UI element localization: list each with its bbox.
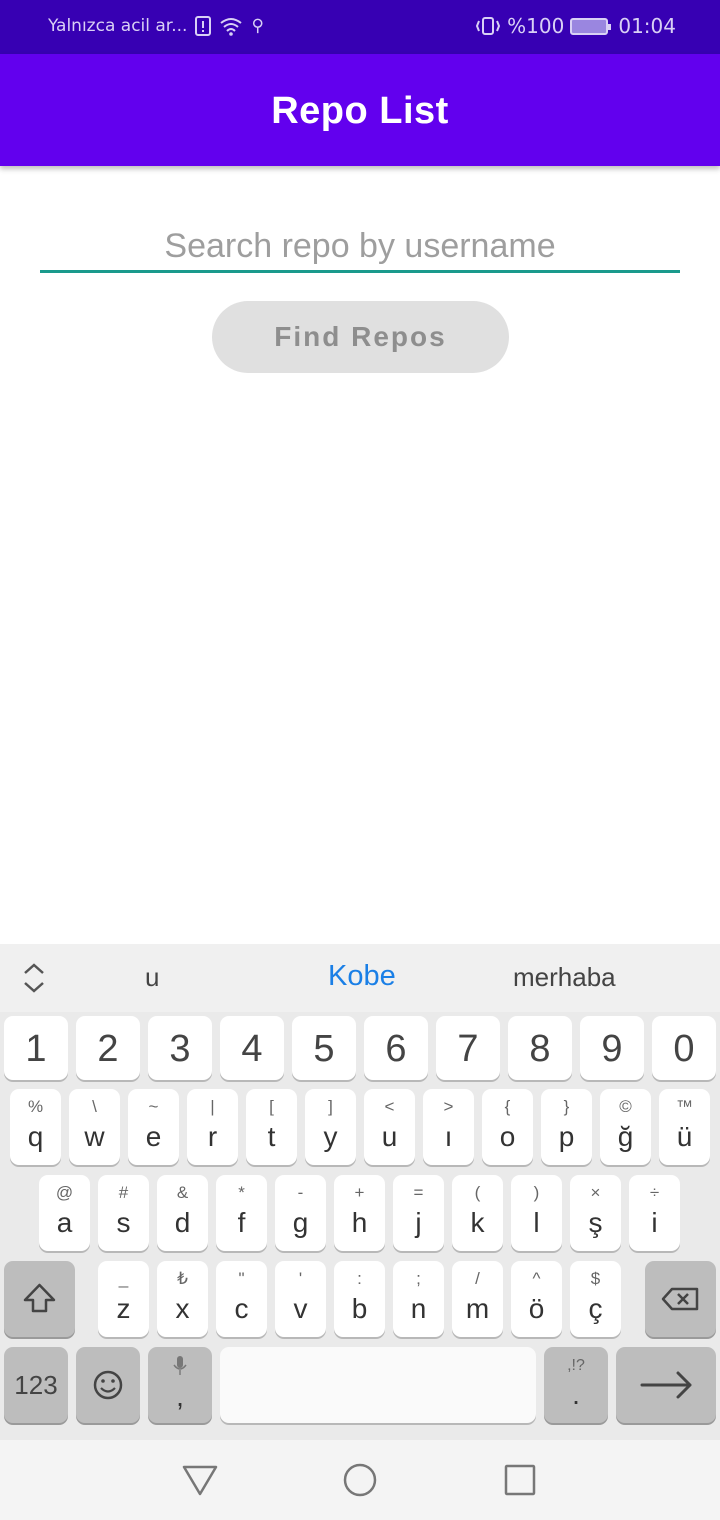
key-n[interactable]: ; n (393, 1261, 444, 1337)
battery-icon (570, 17, 612, 35)
suggestion-3[interactable]: merhaba (513, 962, 616, 993)
period-sec-label: ,!? (567, 1357, 585, 1374)
search-input[interactable] (40, 222, 680, 273)
period-label: . (572, 1379, 580, 1410)
usb-icon: ⚲ (251, 16, 264, 36)
home-circle-icon[interactable] (340, 1460, 380, 1500)
shift-key[interactable] (4, 1261, 75, 1337)
comma-label: , (176, 1381, 184, 1412)
clock: 01:04 (618, 14, 676, 38)
key-w[interactable]: \ w (69, 1089, 120, 1165)
key-v[interactable]: ' v (275, 1261, 326, 1337)
spacebar-key[interactable] (220, 1347, 536, 1423)
key-b[interactable]: :b (334, 1261, 385, 1337)
emoji-key[interactable] (76, 1347, 140, 1423)
numbers-switch-key[interactable]: 123 (4, 1347, 68, 1423)
key-o-umlaut[interactable]: ^ ö (511, 1261, 562, 1337)
status-bar: Yalnızca acil ar... ⚲ %100 01:04 (0, 0, 720, 54)
key-g[interactable]: -g (275, 1175, 326, 1251)
sim-alert-icon (195, 16, 212, 36)
suggestion-2[interactable]: Kobe (328, 960, 396, 993)
app-bar: Repo List (0, 54, 720, 166)
system-nav-bar (0, 1440, 720, 1520)
page-title: Repo List (271, 90, 449, 132)
key-u[interactable]: < u (364, 1089, 415, 1165)
key-j[interactable]: = j (393, 1175, 444, 1251)
key-dotless-i[interactable]: > ı (423, 1089, 474, 1165)
find-repos-button[interactable]: Find Repos (212, 301, 509, 373)
soft-keyboard: u Kobe merhaba 1 2 3 4 5 6 7 8 9 0 % q \ w… (0, 944, 720, 1440)
key-c-cedilla[interactable]: $ ç (570, 1261, 621, 1337)
key-q[interactable]: % q (10, 1089, 61, 1165)
vibrate-icon (476, 17, 501, 35)
key-2[interactable]: 2 (76, 1016, 140, 1080)
status-left: Yalnızca acil ar... ⚲ (48, 16, 264, 36)
key-e[interactable]: ~ e (128, 1089, 179, 1165)
key-h[interactable]: + h (334, 1175, 385, 1251)
wifi-icon (220, 18, 243, 36)
status-right: %100 01:04 (475, 14, 676, 38)
key-8[interactable]: 8 (508, 1016, 572, 1080)
mic-icon (173, 1356, 187, 1375)
suggestion-1[interactable]: u (145, 962, 159, 993)
key-7[interactable]: 7 (436, 1016, 500, 1080)
key-l[interactable]: ) l (511, 1175, 562, 1251)
key-9[interactable]: 9 (580, 1016, 644, 1080)
emoji-icon (93, 1370, 123, 1400)
key-c[interactable]: " c (216, 1261, 267, 1337)
shift-icon (23, 1283, 56, 1313)
key-p[interactable]: } p (541, 1089, 592, 1165)
key-4[interactable]: 4 (220, 1016, 284, 1080)
comma-key[interactable]: , (148, 1347, 212, 1423)
key-o[interactable]: {o (482, 1089, 533, 1165)
expand-collapse-icon[interactable] (18, 960, 50, 996)
key-a[interactable]: @ a (39, 1175, 90, 1251)
key-x[interactable]: ₺ x (157, 1261, 208, 1337)
carrier-text: Yalnızca acil ar... (48, 16, 188, 36)
recents-square-icon[interactable] (502, 1462, 538, 1498)
key-i[interactable]: ÷ i (629, 1175, 680, 1251)
key-z[interactable]: _ z (98, 1261, 149, 1337)
key-r[interactable]: | r (187, 1089, 238, 1165)
suggestion-bar: u Kobe merhaba (0, 944, 720, 1012)
key-s[interactable]: # s (98, 1175, 149, 1251)
key-6[interactable]: 6 (364, 1016, 428, 1080)
key-y[interactable]: ] y (305, 1089, 356, 1165)
backspace-key[interactable] (645, 1261, 716, 1337)
key-0[interactable]: 0 (652, 1016, 716, 1080)
battery-percent: %100 (507, 14, 565, 38)
enter-arrow-icon (640, 1371, 692, 1399)
enter-key[interactable] (616, 1347, 716, 1423)
key-d[interactable]: & d (157, 1175, 208, 1251)
key-m[interactable]: / m (452, 1261, 503, 1337)
key-3[interactable]: 3 (148, 1016, 212, 1080)
key-u-umlaut[interactable]: ™ ü (659, 1089, 710, 1165)
backspace-icon (661, 1287, 699, 1311)
key-t[interactable]: [t (246, 1089, 297, 1165)
key-1[interactable]: 1 (4, 1016, 68, 1080)
key-s-cedilla[interactable]: × ş (570, 1175, 621, 1251)
period-key[interactable]: ,!? . (544, 1347, 608, 1423)
key-f[interactable]: * f (216, 1175, 267, 1251)
key-5[interactable]: 5 (292, 1016, 356, 1080)
back-triangle-icon[interactable] (180, 1462, 220, 1498)
key-k[interactable]: (k (452, 1175, 503, 1251)
key-g-breve[interactable]: © ğ (600, 1089, 651, 1165)
